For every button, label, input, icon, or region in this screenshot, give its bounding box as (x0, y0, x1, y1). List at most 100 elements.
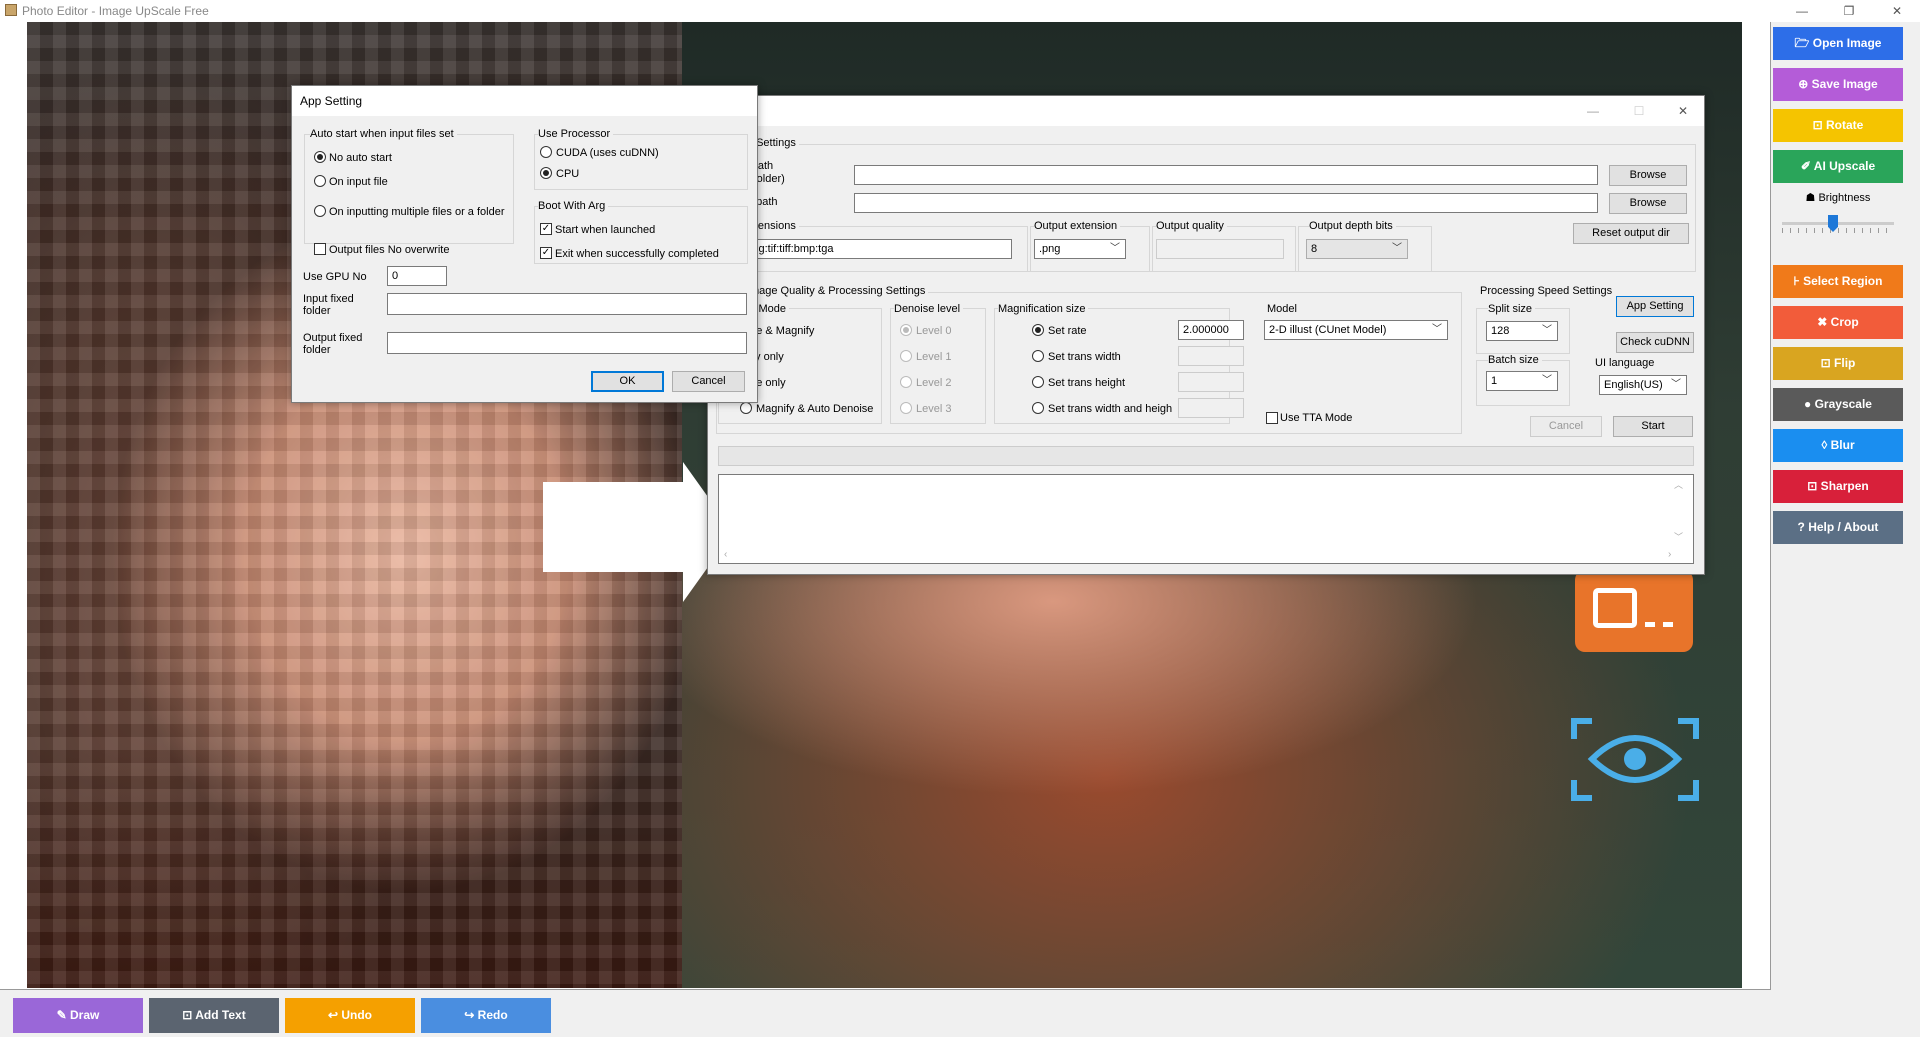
cpu-label: CPU (556, 168, 580, 180)
caffe-close-button[interactable]: ✕ (1666, 102, 1700, 120)
check-cudnn-button[interactable]: Check cuDNN (1616, 332, 1694, 353)
output-quality-label: Output quality (1156, 220, 1227, 232)
eye-scan-icon (1571, 718, 1699, 801)
redo-button[interactable]: ↪ Redo (421, 998, 551, 1033)
split-size-select[interactable]: 128 ﹀ (1486, 321, 1558, 341)
rotate-button[interactable]: ⊡ Rotate (1773, 109, 1903, 142)
on-input-file-radio[interactable] (314, 175, 326, 187)
exit-completed-checkbox[interactable]: ✓ (540, 247, 552, 259)
cuda-label: CUDA (uses cuDNN) (556, 147, 659, 159)
input-fixed-folder-field[interactable] (387, 293, 747, 315)
set-width-radio[interactable] (1032, 350, 1044, 362)
select-region-button[interactable]: ⊦ Select Region (1773, 265, 1903, 298)
maximize-button[interactable]: ❐ (1832, 2, 1866, 20)
output-path-field[interactable] (854, 193, 1598, 213)
no-overwrite-label: Output files No overwrite (329, 244, 450, 256)
start-launched-checkbox[interactable]: ✓ (540, 223, 552, 235)
tta-checkbox[interactable] (1266, 412, 1278, 424)
level-1-label: Level 1 (916, 351, 952, 363)
blur-button[interactable]: ◊ Blur (1773, 429, 1903, 462)
title-bar: Photo Editor - Image UpScale Free — ❐ ✕ (0, 0, 1920, 22)
caffe-minimize-button[interactable]: — (1576, 102, 1610, 120)
set-height-radio[interactable] (1032, 376, 1044, 388)
width-input (1178, 346, 1244, 366)
level-1-radio (900, 350, 912, 362)
scroll-up-icon[interactable]: ︿ (1674, 478, 1683, 491)
scroll-down-icon[interactable]: ﹀ (1674, 530, 1683, 543)
open-image-button[interactable]: 🗁 Open Image (1773, 27, 1903, 60)
help-about-button[interactable]: ? Help / About (1773, 511, 1903, 544)
set-width-height-radio[interactable] (1032, 402, 1044, 414)
auto-start-group (304, 134, 514, 244)
cancel-button[interactable]: Cancel (672, 371, 745, 392)
batch-size-select[interactable]: 1 ﹀ (1486, 371, 1558, 391)
mode-magnify-auto-denoise[interactable]: Magnify & Auto Denoise (756, 403, 873, 415)
ai-upscale-button[interactable]: ✐ AI Upscale (1773, 150, 1903, 183)
close-button[interactable]: ✕ (1880, 2, 1914, 20)
sharpen-button[interactable]: ⊡ Sharpen (1773, 470, 1903, 503)
app-setting-button[interactable]: App Setting (1616, 296, 1694, 317)
undo-button[interactable]: ↩ Undo (285, 998, 415, 1033)
flip-button[interactable]: ⊡ Flip (1773, 347, 1903, 380)
level-2-radio (900, 376, 912, 388)
model-select[interactable]: 2-D illust (CUnet Model) ﹀ (1264, 320, 1448, 340)
no-overwrite-checkbox[interactable] (314, 243, 326, 255)
reset-output-dir-button[interactable]: Reset output dir (1573, 223, 1689, 244)
output-extension-select[interactable]: .png ﹀ (1034, 239, 1126, 259)
split-size-label: Split size (1488, 303, 1536, 315)
chevron-down-icon: ﹀ (1542, 375, 1552, 386)
log-textarea[interactable] (718, 474, 1694, 564)
rate-input[interactable]: 2.000000 (1178, 320, 1244, 340)
chevron-down-icon: ﹀ (1432, 324, 1442, 335)
scroll-right-icon[interactable]: › (1668, 549, 1671, 560)
use-processor-group (534, 134, 748, 190)
boot-with-arg-label: Boot With Arg (538, 200, 609, 212)
width-height-input (1178, 398, 1244, 418)
app-setting-title: App Setting (292, 86, 757, 116)
chevron-down-icon: ﹀ (1392, 243, 1402, 254)
mode-auto-denoise-radio[interactable] (740, 402, 752, 414)
caffe-maximize-button: ☐ (1633, 104, 1645, 118)
app-icon (5, 4, 17, 16)
start-button[interactable]: Start (1613, 416, 1693, 437)
chevron-down-icon: ﹀ (1542, 325, 1552, 336)
ui-language-label: UI language (1595, 357, 1658, 369)
add-text-button[interactable]: ⊡ Add Text (149, 998, 279, 1033)
output-extension-label: Output extension (1034, 220, 1121, 232)
file-extension-field[interactable]: :jpg:jpeg:tif:tiff:bmp:tga (718, 239, 1012, 259)
output-browse-button[interactable]: Browse (1609, 193, 1687, 214)
set-width-label: Set trans width (1048, 351, 1121, 363)
on-multiple-files-radio[interactable] (314, 205, 326, 217)
output-fixed-label-2: folder (303, 344, 331, 356)
cuda-radio[interactable] (540, 146, 552, 158)
cpu-radio[interactable] (540, 167, 552, 179)
output-depth-select[interactable]: 8 ﹀ (1306, 239, 1408, 259)
arrow-shape (543, 482, 683, 572)
crop-button[interactable]: ✖ Crop (1773, 306, 1903, 339)
grayscale-button[interactable]: ● Grayscale (1773, 388, 1903, 421)
input-path-field[interactable] (854, 165, 1598, 185)
brightness-slider[interactable] (1782, 214, 1894, 234)
no-auto-start-radio[interactable] (314, 151, 326, 163)
app-setting-dialog: App Setting Auto start when input files … (291, 85, 758, 403)
draw-button[interactable]: ✎ Draw (13, 998, 143, 1033)
output-fixed-folder-field[interactable] (387, 332, 747, 354)
brightness-label: ☗ Brightness (1805, 192, 1871, 204)
minimize-button[interactable]: — (1785, 2, 1819, 20)
start-launched-label: Start when launched (555, 224, 656, 236)
batch-size-label: Batch size (1488, 354, 1542, 366)
on-multiple-files-label: On inputting multiple files or a folder (329, 206, 505, 218)
set-rate-radio[interactable] (1032, 324, 1044, 336)
ui-language-select[interactable]: English(US) ﹀ (1599, 375, 1687, 395)
input-browse-button[interactable]: Browse (1609, 165, 1687, 186)
save-image-button[interactable]: ⊕ Save Image (1773, 68, 1903, 101)
level-2-label: Level 2 (916, 377, 952, 389)
auto-start-label: Auto start when input files set (310, 128, 457, 140)
scroll-left-icon[interactable]: ‹ (724, 549, 727, 560)
tta-label: Use TTA Mode (1280, 412, 1353, 424)
set-rate-label: Set rate (1048, 325, 1087, 337)
input-fixed-label-2: folder (303, 305, 331, 317)
gpu-no-input[interactable]: 0 (387, 266, 447, 286)
ok-button[interactable]: OK (591, 371, 664, 392)
level-3-label: Level 3 (916, 403, 952, 415)
